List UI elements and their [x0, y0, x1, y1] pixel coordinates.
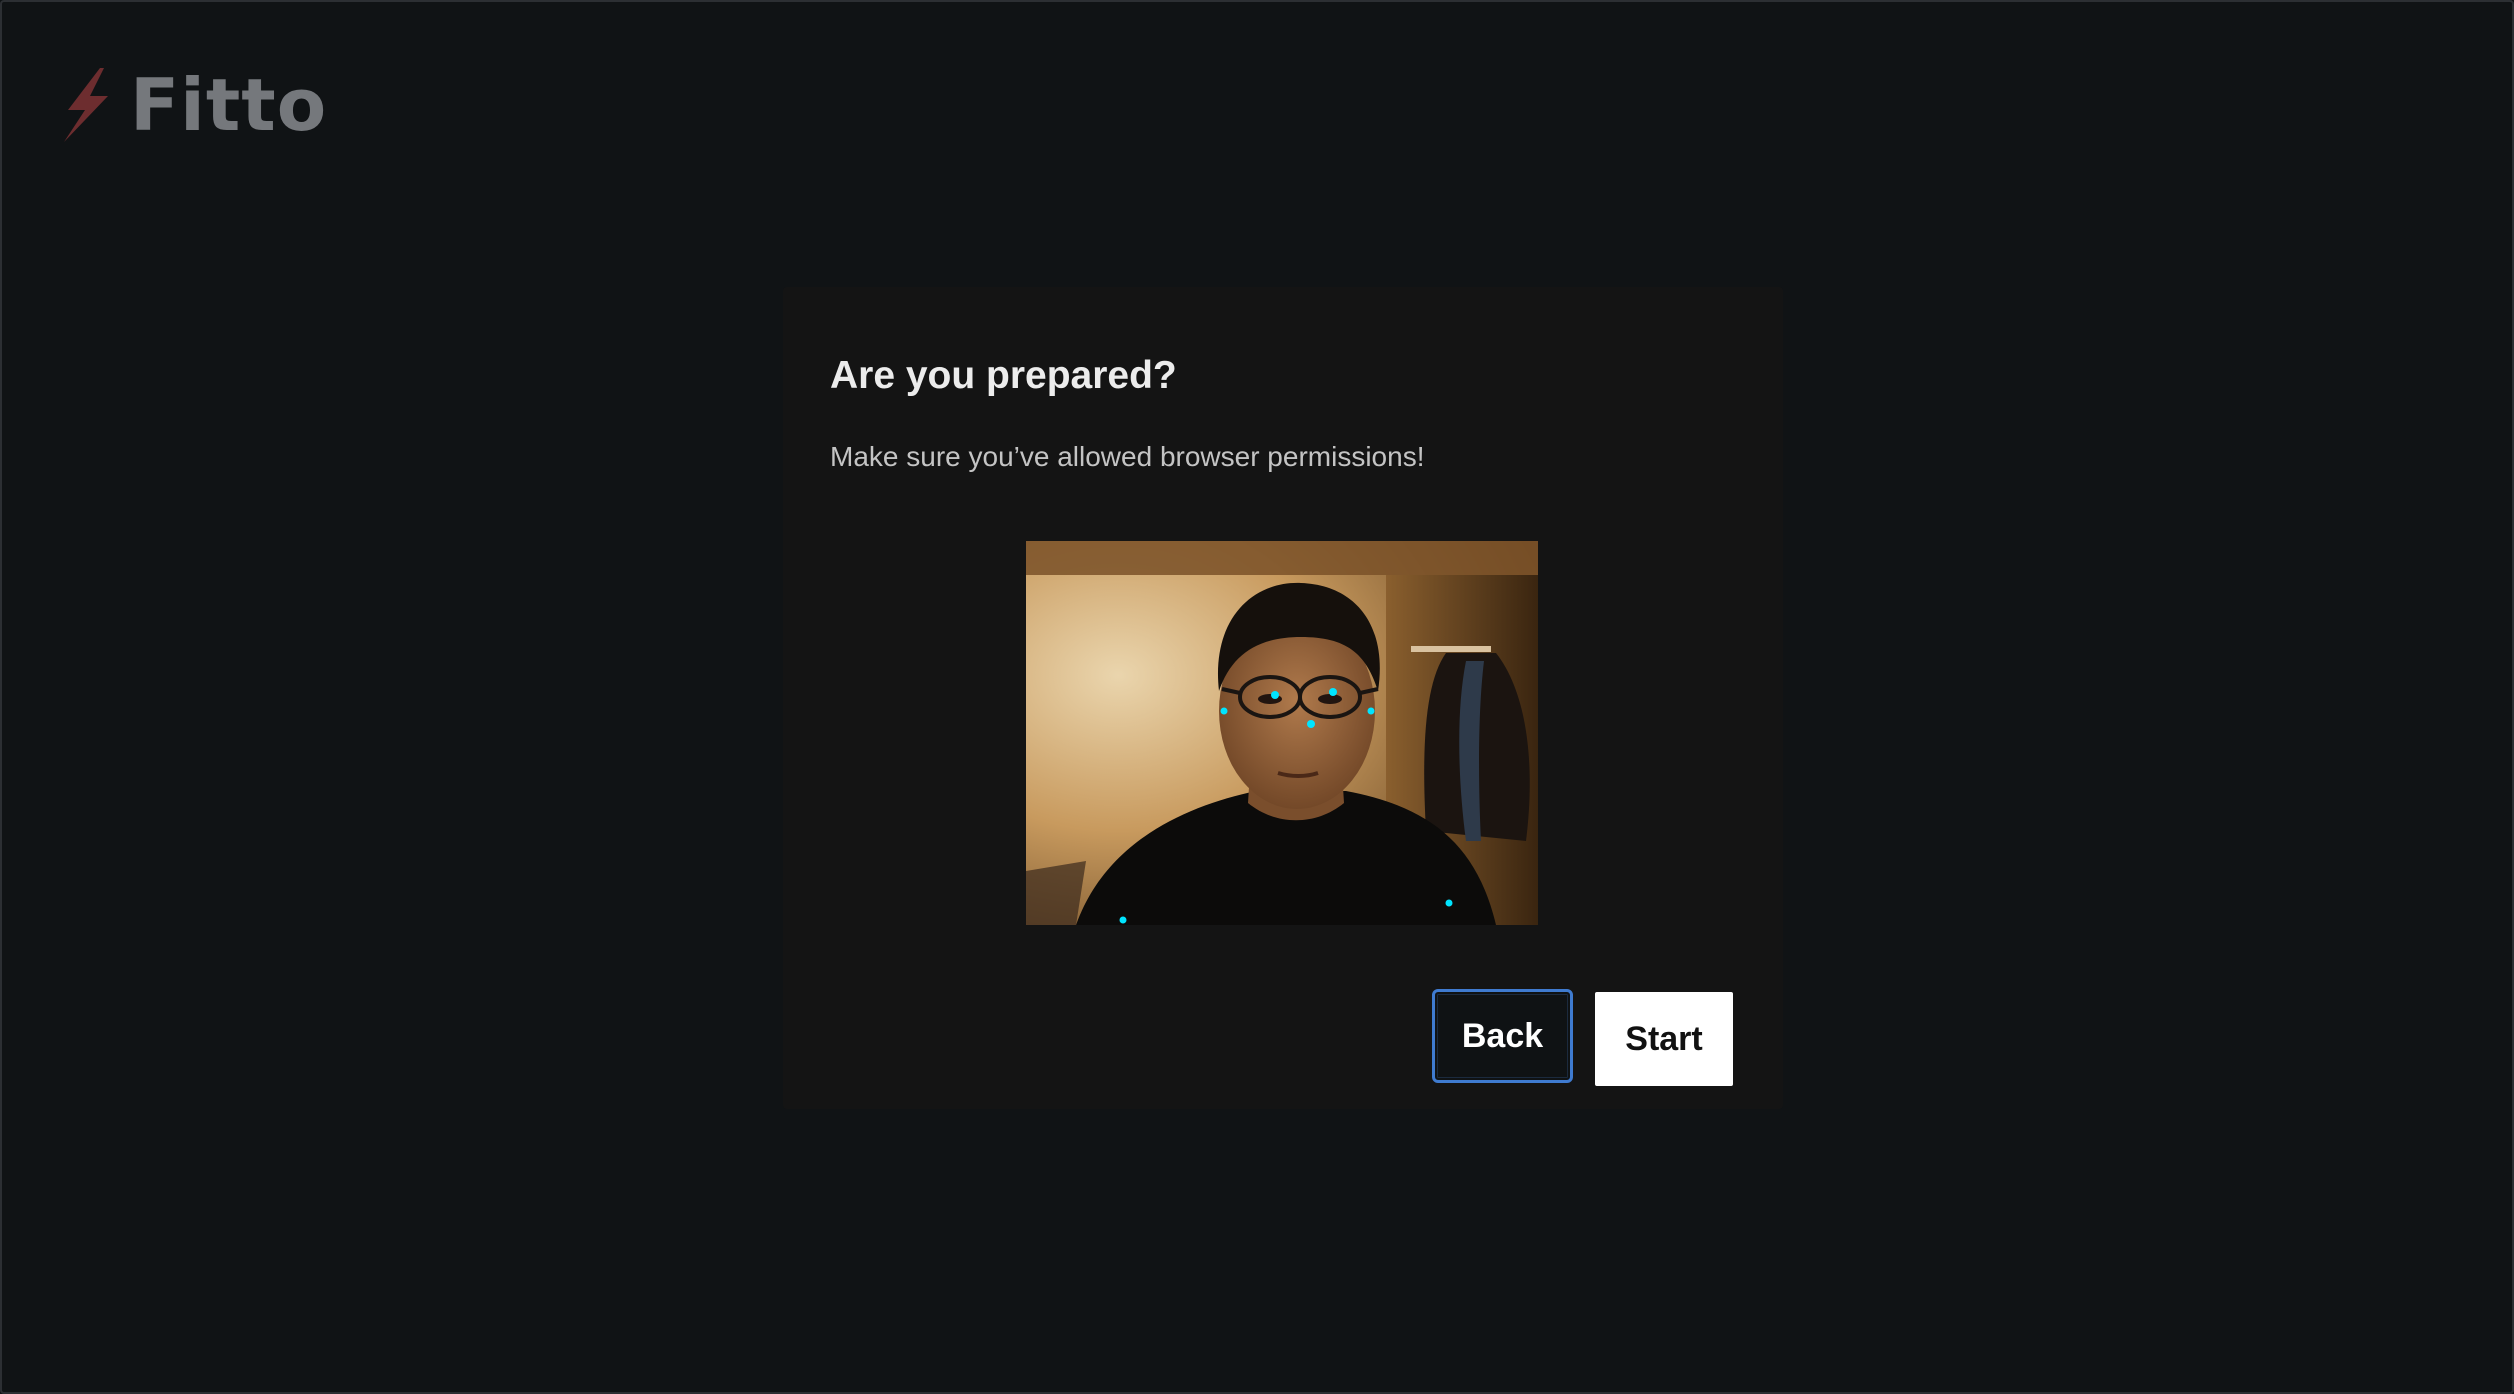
- keypoint-right-shoulder: [1445, 899, 1453, 907]
- back-button[interactable]: Back: [1432, 989, 1573, 1083]
- keypoint-left-ear: [1220, 707, 1228, 715]
- start-button[interactable]: Start: [1595, 992, 1733, 1086]
- ceiling: [1026, 541, 1538, 575]
- app-window: Fitto Are you prepared? Make sure you’ve…: [0, 0, 2514, 1394]
- left-shadow: [1026, 861, 1086, 925]
- keypoint-right-eye: [1329, 688, 1337, 696]
- app-logo[interactable]: Fitto: [60, 64, 327, 146]
- webcam-preview: [1026, 541, 1538, 925]
- prepare-dialog: Are you prepared? Make sure you’ve allow…: [783, 287, 1783, 1109]
- keypoint-right-ear: [1367, 707, 1375, 715]
- keypoint-nose: [1307, 720, 1315, 728]
- coat-rack: [1411, 646, 1491, 652]
- dialog-title: Are you prepared?: [830, 354, 1177, 397]
- lightning-bolt-icon: [64, 68, 108, 142]
- keypoint-left-shoulder: [1119, 916, 1127, 924]
- logo-text: Fitto: [130, 63, 328, 147]
- right-eye: [1318, 694, 1342, 704]
- dialog-subtitle: Make sure you’ve allowed browser permiss…: [830, 441, 1425, 472]
- keypoint-left-eye: [1271, 691, 1279, 699]
